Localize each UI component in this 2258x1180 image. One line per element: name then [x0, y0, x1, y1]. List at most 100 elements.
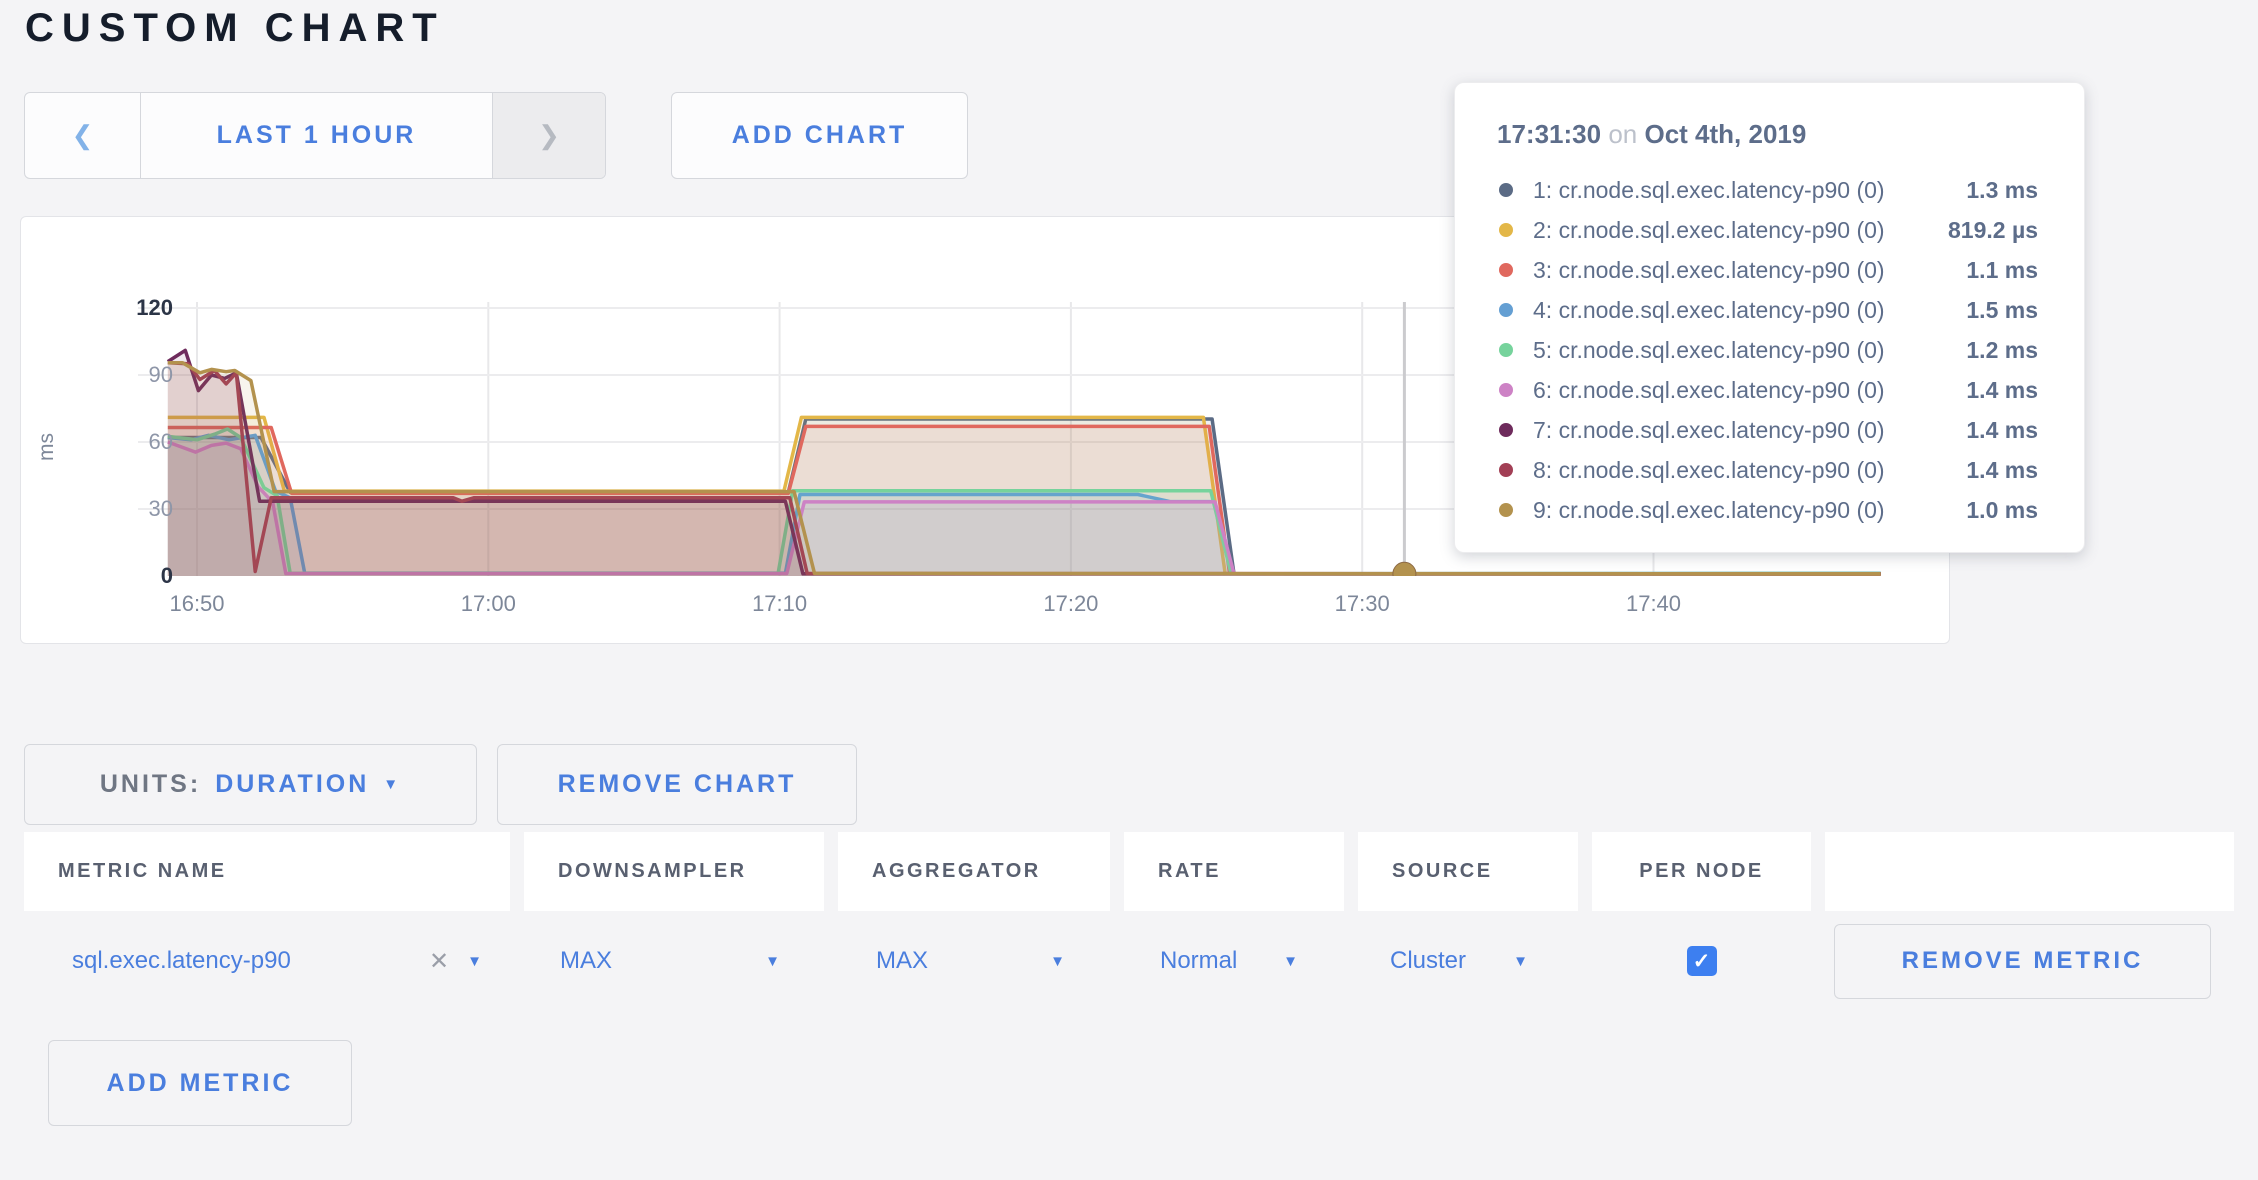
aggregator-value: MAX: [876, 947, 928, 975]
series-label: 4: cr.node.sql.exec.latency-p90 (0): [1533, 297, 1966, 324]
series-value: 1.2 ms: [1966, 337, 2038, 364]
series-label: 7: cr.node.sql.exec.latency-p90 (0): [1533, 417, 1966, 444]
rate-value: Normal: [1160, 947, 1237, 975]
header-actions: [1825, 832, 2234, 911]
series-color-dot: [1499, 263, 1513, 277]
chart-hover-tooltip: 17:31:30 on Oct 4th, 2019 1: cr.node.sql…: [1454, 82, 2085, 553]
x-tick-label: 17:20: [1043, 591, 1098, 616]
tooltip-row: 5: cr.node.sql.exec.latency-p90 (0)1.2 m…: [1497, 330, 2038, 370]
x-tick-label: 17:40: [1626, 591, 1681, 616]
tooltip-row: 7: cr.node.sql.exec.latency-p90 (0)1.4 m…: [1497, 410, 2038, 450]
series-value: 1.5 ms: [1966, 297, 2038, 324]
series-label: 1: cr.node.sql.exec.latency-p90 (0): [1533, 177, 1966, 204]
actions-cell: REMOVE METRIC: [1825, 924, 2234, 999]
hover-marker-dot: [1393, 562, 1416, 585]
metric-name-link[interactable]: sql.exec.latency-p90: [72, 947, 291, 975]
series-color-dot: [1499, 423, 1513, 437]
series-value: 1.4 ms: [1966, 417, 2038, 444]
x-tick-label: 17:10: [752, 591, 807, 616]
y-tick-label: 0: [161, 563, 173, 588]
chevron-down-icon[interactable]: ▼: [467, 953, 482, 970]
add-metric-button[interactable]: ADD METRIC: [48, 1040, 352, 1126]
x-tick-label: 17:00: [461, 591, 516, 616]
y-tick-label: 60: [149, 429, 173, 454]
y-tick-label: 90: [149, 362, 173, 387]
chevron-down-icon: ▼: [1050, 953, 1065, 970]
time-range-selector: ❮ LAST 1 HOUR ❯: [24, 92, 606, 179]
header-per-node: PER NODE: [1592, 832, 1811, 911]
tooltip-row: 2: cr.node.sql.exec.latency-p90 (0)819.2…: [1497, 210, 2038, 250]
rate-dropdown[interactable]: Normal ▼: [1124, 947, 1344, 975]
tooltip-row: 9: cr.node.sql.exec.latency-p90 (0)1.0 m…: [1497, 490, 2038, 530]
downsampler-dropdown[interactable]: MAX ▼: [524, 947, 824, 975]
check-icon: ✓: [1693, 949, 1711, 974]
units-label: UNITS:: [100, 770, 201, 799]
remove-chart-button[interactable]: REMOVE CHART: [497, 744, 857, 825]
tooltip-row: 3: cr.node.sql.exec.latency-p90 (0)1.1 m…: [1497, 250, 2038, 290]
series-value: 1.1 ms: [1966, 257, 2038, 284]
series-label: 2: cr.node.sql.exec.latency-p90 (0): [1533, 217, 1948, 244]
tooltip-header: 17:31:30 on Oct 4th, 2019: [1497, 119, 2038, 150]
x-tick-label: 16:50: [169, 591, 224, 616]
header-metric-name: METRIC NAME: [24, 832, 510, 911]
series-color-dot: [1499, 463, 1513, 477]
series-color-dot: [1499, 343, 1513, 357]
units-dropdown[interactable]: UNITS: DURATION ▼: [24, 744, 477, 825]
metrics-table-header: METRIC NAME DOWNSAMPLER AGGREGATOR RATE …: [24, 832, 2234, 911]
y-axis-unit-label: ms: [35, 433, 58, 461]
chevron-down-icon: ▼: [1283, 953, 1298, 970]
tooltip-time: 17:31:30: [1497, 119, 1601, 149]
chevron-left-icon: ❮: [72, 120, 94, 151]
y-tick-label: 30: [149, 496, 173, 521]
series-label: 3: cr.node.sql.exec.latency-p90 (0): [1533, 257, 1966, 284]
chevron-right-icon: ❯: [538, 120, 560, 151]
series-value: 1.4 ms: [1966, 377, 2038, 404]
y-tick-label: 120: [136, 295, 173, 320]
x-tick-label: 17:30: [1335, 591, 1390, 616]
remove-metric-button[interactable]: REMOVE METRIC: [1834, 924, 2211, 999]
chevron-down-icon: ▼: [1513, 953, 1528, 970]
tooltip-row: 6: cr.node.sql.exec.latency-p90 (0)1.4 m…: [1497, 370, 2038, 410]
aggregator-dropdown[interactable]: MAX ▼: [838, 947, 1110, 975]
custom-chart-page: CUSTOM CHART ❮ LAST 1 HOUR ❯ ADD CHART 0…: [0, 0, 2258, 1180]
tooltip-row: 4: cr.node.sql.exec.latency-p90 (0)1.5 m…: [1497, 290, 2038, 330]
series-color-dot: [1499, 503, 1513, 517]
series-color-dot: [1499, 383, 1513, 397]
page-title: CUSTOM CHART: [25, 6, 445, 51]
tooltip-row: 8: cr.node.sql.exec.latency-p90 (0)1.4 m…: [1497, 450, 2038, 490]
series-label: 6: cr.node.sql.exec.latency-p90 (0): [1533, 377, 1966, 404]
clear-metric-icon[interactable]: ✕: [429, 947, 449, 976]
series-color-dot: [1499, 303, 1513, 317]
header-source: SOURCE: [1358, 832, 1578, 911]
series-value: 1.4 ms: [1966, 457, 2038, 484]
tooltip-series-list: 1: cr.node.sql.exec.latency-p90 (0)1.3 m…: [1497, 170, 2038, 530]
units-value: DURATION: [215, 770, 369, 799]
metric-name-cell: sql.exec.latency-p90 ✕ ▼: [24, 947, 510, 976]
downsampler-value: MAX: [560, 947, 612, 975]
series-value: 1.0 ms: [1966, 497, 2038, 524]
header-rate: RATE: [1124, 832, 1344, 911]
time-range-dropdown[interactable]: LAST 1 HOUR: [141, 93, 492, 178]
add-chart-button[interactable]: ADD CHART: [671, 92, 968, 179]
source-dropdown[interactable]: Cluster ▼: [1358, 947, 1578, 975]
per-node-cell: ✓: [1592, 946, 1811, 976]
series-label: 9: cr.node.sql.exec.latency-p90 (0): [1533, 497, 1966, 524]
series-label: 8: cr.node.sql.exec.latency-p90 (0): [1533, 457, 1966, 484]
time-range-next-button[interactable]: ❯: [492, 93, 605, 178]
metric-row: sql.exec.latency-p90 ✕ ▼ MAX ▼ MAX ▼ Nor…: [24, 911, 2234, 1011]
series-label: 5: cr.node.sql.exec.latency-p90 (0): [1533, 337, 1966, 364]
tooltip-date: Oct 4th, 2019: [1644, 119, 1806, 149]
source-value: Cluster: [1390, 947, 1466, 975]
tooltip-row: 1: cr.node.sql.exec.latency-p90 (0)1.3 m…: [1497, 170, 2038, 210]
per-node-checkbox[interactable]: ✓: [1687, 946, 1717, 976]
chevron-down-icon: ▼: [765, 953, 780, 970]
series-color-dot: [1499, 183, 1513, 197]
time-range-prev-button[interactable]: ❮: [25, 93, 141, 178]
series-color-dot: [1499, 223, 1513, 237]
header-downsampler: DOWNSAMPLER: [524, 832, 824, 911]
tooltip-on-word: on: [1608, 119, 1637, 149]
series-value: 819.2 µs: [1948, 217, 2038, 244]
chevron-down-icon: ▼: [383, 777, 401, 792]
series-value: 1.3 ms: [1966, 177, 2038, 204]
header-aggregator: AGGREGATOR: [838, 832, 1110, 911]
